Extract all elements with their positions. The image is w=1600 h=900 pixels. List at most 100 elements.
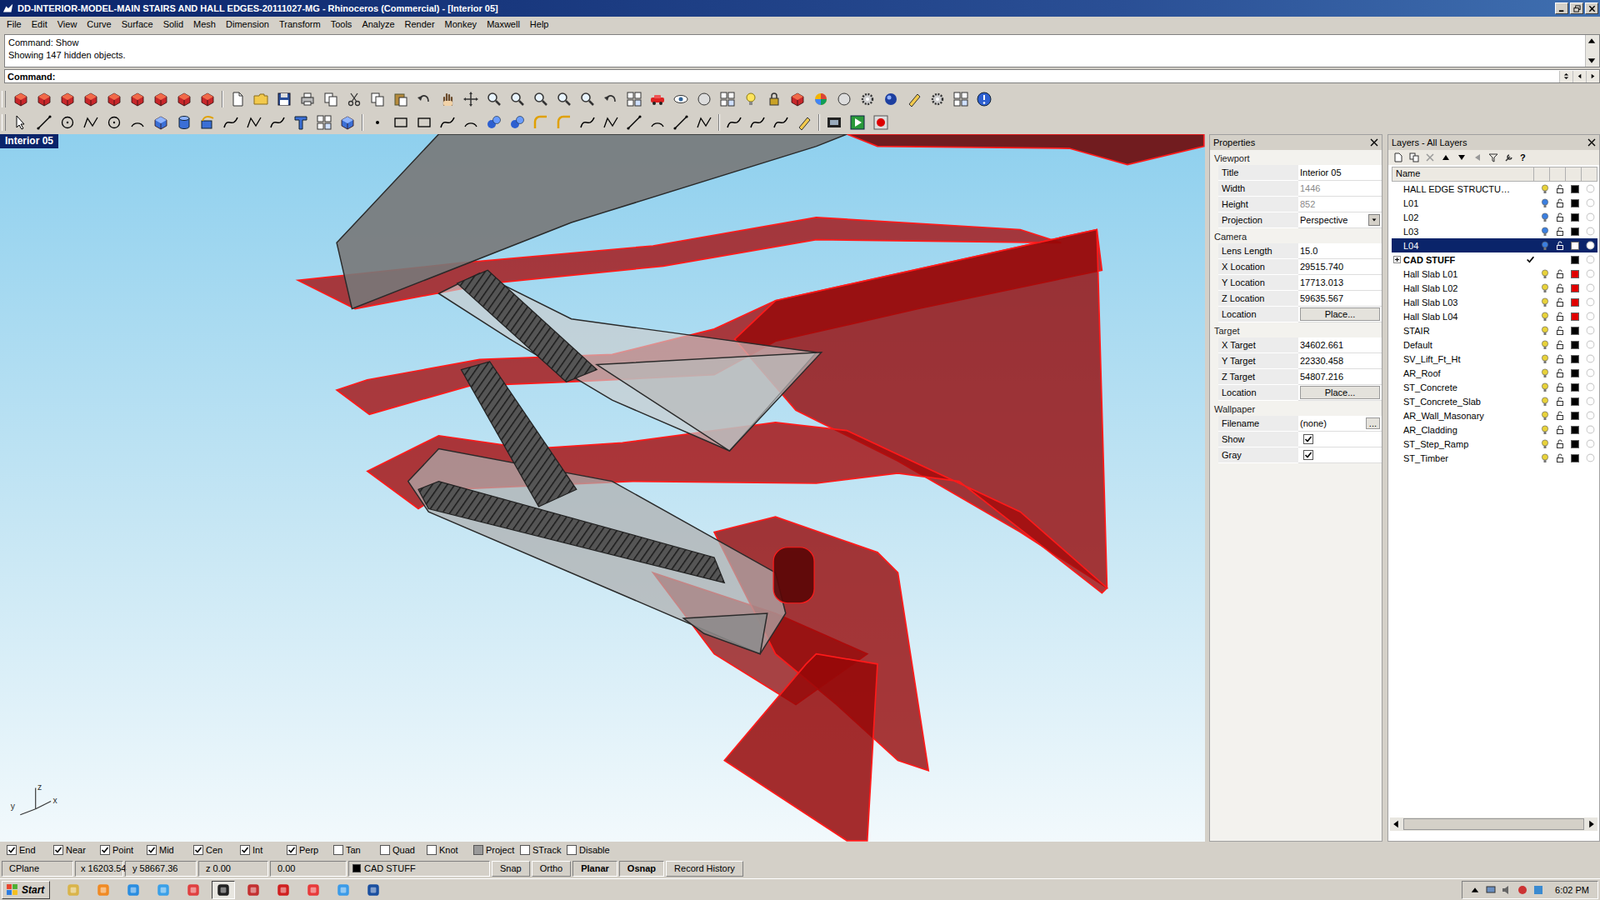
open-lock-icon[interactable] (1555, 439, 1565, 450)
viewport-title[interactable]: Interior 05 (0, 134, 59, 149)
property-value[interactable]: Perspective (1298, 212, 1382, 229)
layer-color-swatch[interactable] (1570, 355, 1580, 364)
menu-item[interactable]: Maxwell (481, 17, 525, 31)
property-value[interactable]: 54807.216 (1298, 369, 1382, 385)
stair-panel[interactable] (408, 449, 786, 655)
layer-row[interactable]: L02 (1391, 210, 1598, 225)
material-icon[interactable] (1585, 325, 1595, 335)
menu-item[interactable]: Render (400, 17, 440, 31)
hall-slab[interactable] (846, 134, 1205, 165)
layer-name[interactable]: Hall Slab L02 (1401, 283, 1526, 294)
osnap-option[interactable]: Mid (146, 845, 194, 855)
stair-panel[interactable] (683, 613, 767, 655)
light-bulb-icon[interactable] (1540, 453, 1550, 464)
open-lock-icon[interactable] (1555, 410, 1565, 421)
model-view[interactable] (0, 134, 1205, 842)
osnap-option[interactable]: STrack (520, 845, 567, 855)
open-lock-icon[interactable] (1555, 269, 1565, 280)
checkbox[interactable] (473, 845, 484, 855)
light-bulb-icon[interactable] (1540, 269, 1550, 280)
toolbar-button[interactable] (745, 111, 770, 134)
material-icon[interactable] (1585, 297, 1595, 307)
delete-layer-icon[interactable] (1425, 152, 1435, 163)
layer-row[interactable]: STAIR (1391, 323, 1598, 338)
toolbar-button[interactable] (785, 88, 810, 110)
scroll-left-icon[interactable] (1390, 818, 1402, 830)
material-icon[interactable] (1585, 382, 1595, 392)
toolbar-button[interactable] (552, 88, 576, 110)
light-bulb-icon[interactable] (1540, 198, 1550, 209)
layer-row[interactable]: AR_Wall_Masonary (1391, 408, 1598, 423)
toolbar-button[interactable] (769, 111, 793, 134)
restore-button[interactable] (1570, 2, 1584, 15)
toolbar-button[interactable] (715, 88, 740, 110)
checkbox[interactable] (240, 845, 250, 855)
browse-button[interactable]: ... (1365, 417, 1380, 430)
material-icon[interactable] (1585, 453, 1595, 463)
toolbar-button[interactable] (219, 111, 243, 134)
light-bulb-icon[interactable] (1540, 340, 1550, 350)
toolbar-button[interactable] (972, 88, 996, 110)
move-up-icon[interactable] (1440, 152, 1451, 163)
toolbar-button[interactable] (55, 111, 80, 134)
toolbar-button[interactable] (575, 88, 600, 110)
checkbox[interactable] (193, 845, 204, 855)
toolbar-button[interactable] (32, 88, 56, 110)
light-bulb-icon[interactable] (1540, 283, 1550, 294)
hall-slab[interactable] (724, 654, 878, 841)
toolbar-button[interactable] (195, 111, 220, 134)
layer-name[interactable]: AR_Cladding (1401, 425, 1526, 435)
material-icon[interactable] (1585, 269, 1595, 279)
property-value[interactable]: 29515.740 (1298, 259, 1382, 275)
toolbar-button[interactable] (925, 88, 950, 110)
osnap-option[interactable]: Project (473, 845, 520, 855)
material-icon[interactable] (1585, 396, 1595, 406)
toolbar-button[interactable] (149, 111, 173, 134)
material-icon[interactable] (1585, 283, 1595, 293)
menu-item[interactable]: Help (525, 17, 555, 31)
toolbar-button[interactable] (242, 111, 266, 134)
property-value[interactable] (1298, 447, 1382, 464)
material-icon[interactable] (1585, 425, 1595, 435)
scroll-up-icon[interactable] (1585, 35, 1598, 47)
help-button[interactable]: ? (1520, 152, 1526, 163)
toolbar-button[interactable] (149, 88, 173, 110)
layer-color-swatch[interactable] (1570, 298, 1580, 307)
layer-name[interactable]: Hall Slab L01 (1401, 269, 1526, 280)
taskbar-app[interactable] (241, 880, 265, 900)
layer-row[interactable]: Hall Slab L04 (1391, 309, 1598, 324)
taskbar-app[interactable] (61, 880, 85, 900)
place-button[interactable]: Place... (1300, 307, 1380, 321)
menu-item[interactable]: Solid (158, 17, 189, 31)
expand-icon[interactable] (1393, 255, 1401, 264)
close-button[interactable] (1585, 2, 1599, 15)
open-lock-icon[interactable] (1555, 368, 1565, 379)
checkbox[interactable] (426, 845, 437, 855)
toolbar-button[interactable] (435, 88, 460, 110)
checkbox[interactable] (1303, 434, 1314, 445)
layer-row[interactable]: ST_Concrete_Slab (1391, 394, 1598, 409)
material-icon[interactable] (1585, 184, 1595, 194)
close-icon[interactable] (1587, 138, 1596, 147)
menu-item[interactable]: Monkey (440, 17, 483, 31)
material-icon[interactable] (1585, 212, 1595, 222)
layer-color-swatch[interactable] (1570, 185, 1580, 194)
network-icon[interactable] (1485, 884, 1497, 896)
menu-item[interactable]: Mesh (188, 17, 221, 31)
light-bulb-icon[interactable] (1540, 382, 1550, 393)
material-icon[interactable] (1585, 410, 1595, 420)
layer-name[interactable]: ST_Concrete (1401, 382, 1526, 393)
layer-row[interactable]: L03 (1391, 224, 1598, 239)
layer-name[interactable]: AR_Wall_Masonary (1401, 410, 1526, 421)
layer-row[interactable]: L01 (1391, 195, 1598, 210)
material-icon[interactable] (1585, 255, 1595, 265)
recent-commands-button[interactable] (1559, 70, 1573, 83)
toolbar-button[interactable] (645, 111, 670, 134)
open-lock-icon[interactable] (1555, 198, 1565, 209)
layer-color-swatch[interactable] (1570, 369, 1580, 378)
status-toggle[interactable]: Record History (665, 860, 744, 877)
prompt-left-button[interactable] (1572, 70, 1586, 83)
toolbar-button[interactable] (622, 111, 646, 134)
toolbar-button[interactable] (599, 88, 623, 110)
toolbar-button[interactable] (482, 111, 506, 134)
